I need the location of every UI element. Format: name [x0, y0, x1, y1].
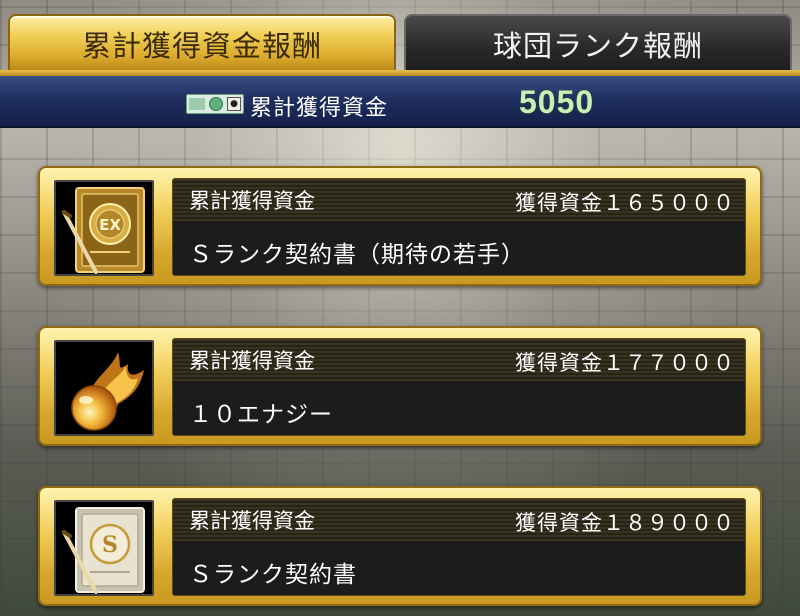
reward-card[interactable]: EX 累計獲得資金 獲得資金１６５０００ Ｓランク契約書（期待の若手） — [38, 166, 762, 286]
svg-text:S: S — [102, 532, 118, 558]
total-funds-bar — [0, 76, 800, 128]
reward-info: 累計獲得資金 獲得資金１６５０００ Ｓランク契約書（期待の若手） — [172, 178, 746, 276]
reward-item-name: Ｓランク契約書 — [189, 562, 357, 588]
svg-text:EX: EX — [99, 216, 121, 234]
reward-card[interactable]: 累計獲得資金 獲得資金１７７０００ １０エナジー — [38, 326, 762, 446]
money-icon: ● — [186, 94, 244, 114]
reward-info: 累計獲得資金 獲得資金１８９０００ Ｓランク契約書 — [172, 498, 746, 596]
contract-ex-icon: EX — [54, 180, 154, 276]
total-funds-label: 累計獲得資金 — [250, 96, 389, 121]
total-funds-value: 5050 — [519, 84, 595, 120]
tab-bar: 累計獲得資金報酬 球団ランク報酬 — [0, 0, 800, 72]
tab-cumulative-funds-reward[interactable]: 累計獲得資金報酬 — [8, 14, 396, 72]
reward-info: 累計獲得資金 獲得資金１７７０００ １０エナジー — [172, 338, 746, 436]
tab-label: 累計獲得資金報酬 — [81, 29, 322, 63]
reward-label: 累計獲得資金 — [189, 189, 315, 213]
reward-label: 累計獲得資金 — [189, 349, 315, 373]
reward-required-funds: 獲得資金１７７０００ — [515, 351, 735, 375]
reward-label: 累計獲得資金 — [189, 509, 315, 533]
tab-team-rank-reward[interactable]: 球団ランク報酬 — [404, 14, 792, 72]
tab-label: 球団ランク報酬 — [492, 29, 703, 63]
reward-required-funds: 獲得資金１６５０００ — [515, 191, 735, 215]
energy-fireball-icon — [54, 340, 154, 436]
reward-required-funds: 獲得資金１８９０００ — [515, 511, 735, 535]
reward-item-name: Ｓランク契約書（期待の若手） — [189, 242, 525, 268]
reward-item-name: １０エナジー — [189, 402, 333, 428]
reward-card[interactable]: S 累計獲得資金 獲得資金１８９０００ Ｓランク契約書 — [38, 486, 762, 606]
contract-s-icon: S — [54, 500, 154, 596]
